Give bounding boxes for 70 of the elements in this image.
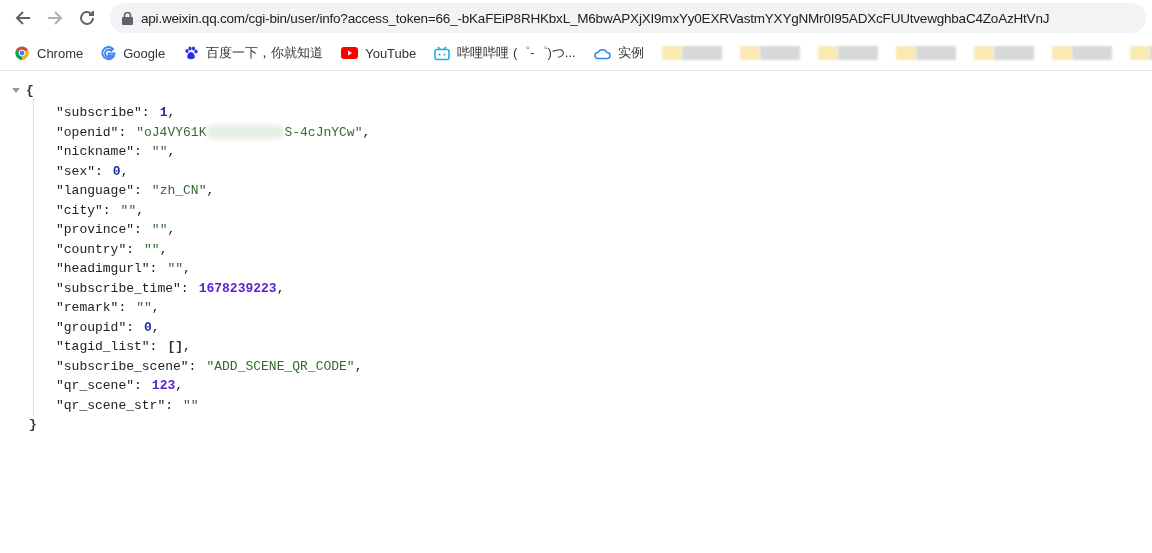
json-key: "sex": — [56, 163, 103, 179]
tv-icon — [434, 45, 451, 61]
json-value: "oJ4VY61K — [136, 124, 207, 140]
json-key: "language": — [56, 183, 142, 199]
json-value: "" — [144, 241, 160, 257]
caret-icon[interactable] — [12, 86, 20, 94]
url-text: api.weixin.qq.com/cgi-bin/user/info?access_token=66_-bKaFEiP8RHKbxL_M6bwAPXjXI9mxYy0EXRVastmYXYgNMr0I95ADXcFUUtvewghbaC4ZoAzHtVnJ — [141, 10, 1050, 26]
comma: , — [362, 124, 371, 140]
google-icon — [101, 45, 117, 61]
json-key: "headimgurl": — [56, 261, 158, 277]
json-key: "city": — [56, 202, 111, 218]
json-key: "remark": — [56, 300, 127, 316]
comma: , — [159, 241, 168, 257]
json-value: S-4cJnYCw" — [284, 124, 363, 140]
bookmark[interactable]: 百度一下，你就知道 — [183, 44, 324, 62]
comma: , — [136, 202, 145, 218]
json-value: "ADD_SCENE_QR_CODE" — [206, 358, 355, 374]
cloud-icon — [593, 46, 611, 60]
comma: , — [167, 222, 176, 238]
json-key: "subscribe": — [56, 105, 150, 121]
json-value: "" — [151, 222, 168, 238]
json-key: "country": — [56, 241, 134, 257]
address-bar[interactable]: api.weixin.qq.com/cgi-bin/user/info?access_token=66_-bKaFEiP8RHKbxL_M6bwAPXjXI9mxYy0EXRVastmYXYgNMr0I95ADXcFUUtvewghbaC4ZoAzHtVnJ — [110, 3, 1146, 33]
comma: , — [167, 105, 176, 121]
json-key: "qr_scene_str": — [56, 397, 174, 413]
play-icon — [341, 47, 359, 59]
brace: } — [29, 416, 37, 432]
json-key: "nickname": — [56, 144, 142, 160]
comma: , — [183, 261, 191, 277]
comma: , — [276, 280, 285, 296]
brace: { — [26, 82, 34, 98]
reload-icon — [78, 9, 96, 27]
json-key: "qr_scene": — [56, 378, 142, 394]
json-key: "tagid_list": — [56, 339, 158, 355]
json-value: "" — [136, 300, 152, 316]
comma: , — [120, 163, 129, 179]
bookmark[interactable]: Chrome — [14, 45, 84, 61]
json-value: "" — [183, 397, 199, 413]
lock-icon — [122, 11, 133, 25]
json-value: "" — [151, 144, 168, 160]
json-key: "openid": — [56, 124, 127, 140]
comma: , — [167, 144, 176, 160]
comma: , — [206, 183, 215, 199]
comma: , — [151, 300, 160, 316]
bookmark[interactable]: 实例 — [593, 44, 644, 62]
json-value: "zh_CN" — [151, 183, 207, 199]
comma: , — [354, 358, 363, 374]
blurred-bookmark-drawing — [1129, 46, 1150, 60]
right-arrow-icon — [46, 9, 64, 27]
comma: , — [151, 319, 160, 335]
left-arrow-icon — [14, 9, 32, 27]
json-key: "groupid": — [56, 319, 134, 335]
json-value: "" — [120, 202, 137, 218]
json-key: "subscribe_scene": — [56, 358, 197, 374]
json-key: "subscribe_time": — [56, 280, 189, 296]
bookmark[interactable]: Google — [101, 45, 166, 61]
json-value: 123 — [151, 378, 176, 394]
json-key: "province": — [56, 222, 142, 238]
json-value: "" — [167, 261, 184, 277]
comma: , — [183, 339, 191, 355]
bookmark[interactable]: YouTube — [341, 45, 417, 61]
json-value: 0 — [112, 163, 121, 179]
json-value: 1 — [159, 105, 168, 121]
comma: , — [175, 378, 184, 394]
json-value: 1678239223 — [198, 280, 277, 296]
bookmark[interactable]: 哔哩哔哩 (゜-゜)つ... — [434, 44, 576, 62]
chrome-icon — [14, 45, 30, 61]
paw-icon — [183, 45, 200, 61]
json-value: [] — [167, 339, 184, 355]
json-value: 0 — [144, 319, 152, 335]
